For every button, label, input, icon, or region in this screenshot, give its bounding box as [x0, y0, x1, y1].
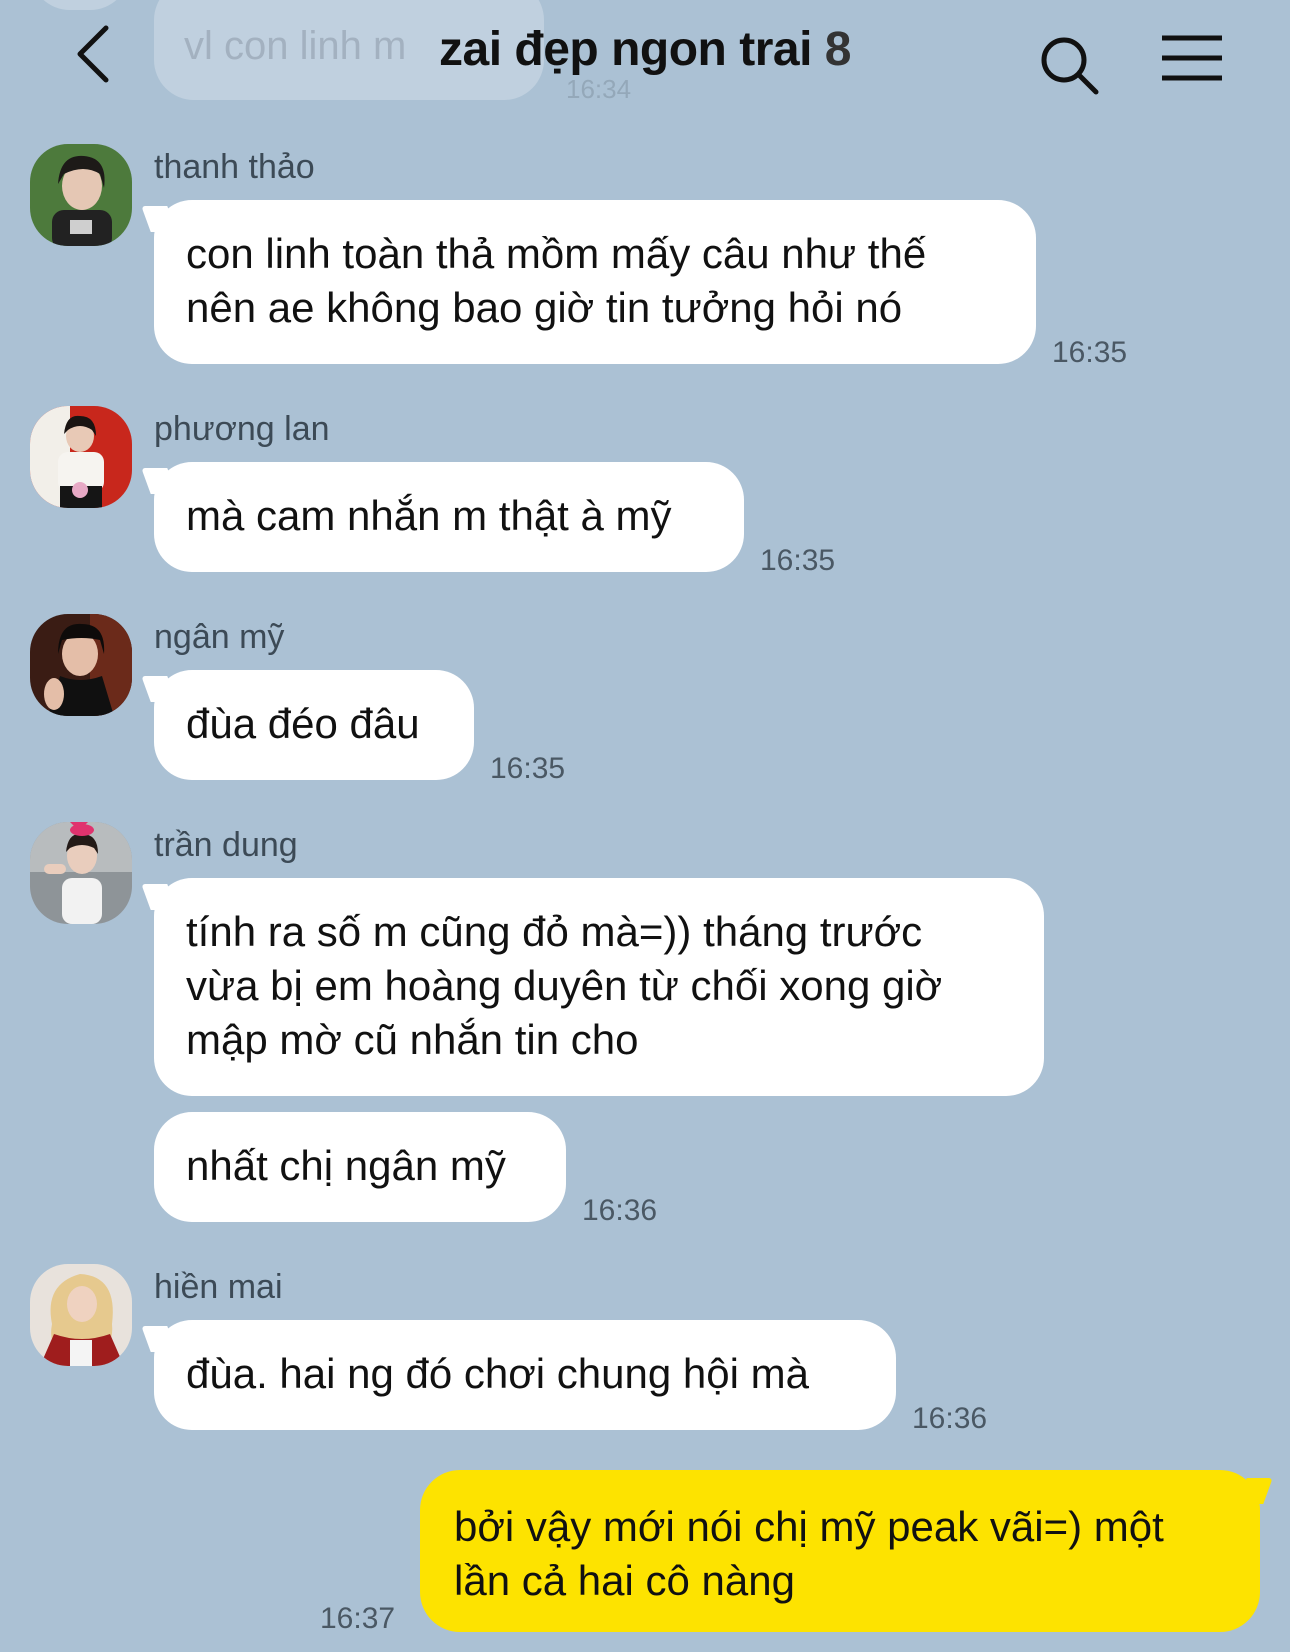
sender-name: trần dung: [154, 826, 298, 864]
message-time: 16:35: [1052, 336, 1128, 369]
chat-window: vl con linh m 16:34 zai đẹp ngon trai 8: [0, 0, 1290, 1652]
my-message-time: 16:37: [320, 1602, 396, 1635]
message-time: 16:36: [582, 1194, 658, 1227]
avatar-hien-mai[interactable]: [30, 1264, 132, 1366]
message-text-line: bởi vậy mới nói chị mỹ peak vãi=) một: [454, 1503, 1164, 1550]
my-message-bubble[interactable]: bởi vậy mới nói chị mỹ peak vãi=) một lầ…: [420, 1470, 1260, 1632]
profile-photo-icon: [30, 822, 132, 924]
hamburger-menu-icon: [1162, 35, 1222, 81]
avatar-tran-dung[interactable]: [30, 822, 132, 924]
sender-name: hiền mai: [154, 1268, 283, 1306]
message-text-line: nên ae không bao giờ tin tưởng hỏi nó: [186, 284, 903, 331]
sender-name: phương lan: [154, 410, 330, 448]
message-bubble[interactable]: con linh toàn thả mồm mấy câu như thế nê…: [154, 200, 1036, 364]
message-text-line: tính ra số m cũng đỏ mà=)) tháng trước: [186, 908, 923, 955]
message-text-line: vừa bị em hoàng duyên từ chối xong giờ: [186, 962, 943, 1009]
chat-header: zai đẹp ngon trai 8: [0, 0, 1290, 110]
profile-photo-icon: [30, 1264, 132, 1366]
member-count: 8: [824, 23, 852, 76]
message-text-line: nhất chị ngân mỹ: [186, 1142, 506, 1189]
avatar-phuong-lan[interactable]: [30, 406, 132, 508]
profile-photo-icon: [30, 406, 132, 508]
message-text-line: mà cam nhắn m thật à mỹ: [186, 492, 672, 539]
message-text-line: đùa. hai ng đó chơi chung hội mà: [186, 1350, 809, 1397]
profile-photo-icon: [30, 614, 132, 716]
sender-name: ngân mỹ: [154, 618, 285, 656]
message-text-line: mập mờ cũ nhắn tin cho: [186, 1016, 639, 1063]
message-text-line: đùa đéo đâu: [186, 700, 420, 747]
profile-photo-icon: [30, 144, 132, 246]
message-bubble[interactable]: mà cam nhắn m thật à mỹ: [154, 462, 744, 572]
avatar-ngan-my[interactable]: [30, 614, 132, 716]
group-name: zai đẹp ngon trai: [439, 23, 812, 76]
message-time: 16:36: [912, 1402, 988, 1435]
message-bubble[interactable]: đùa đéo đâu: [154, 670, 474, 780]
search-icon: [1041, 37, 1099, 95]
search-button[interactable]: [1038, 34, 1102, 98]
menu-button[interactable]: [1160, 34, 1224, 86]
avatar-thanh-thao[interactable]: [30, 144, 132, 246]
message-time: 16:35: [490, 752, 566, 785]
message-bubble[interactable]: tính ra số m cũng đỏ mà=)) tháng trước v…: [154, 878, 1044, 1096]
message-time: 16:35: [760, 544, 836, 577]
sender-name: thanh thảo: [154, 148, 315, 186]
message-bubble[interactable]: đùa. hai ng đó chơi chung hội mà: [154, 1320, 896, 1430]
message-text-line: lần cả hai cô nàng: [454, 1557, 795, 1604]
message-text-line: con linh toàn thả mồm mấy câu như thế: [186, 230, 927, 277]
message-bubble[interactable]: nhất chị ngân mỹ: [154, 1112, 566, 1222]
